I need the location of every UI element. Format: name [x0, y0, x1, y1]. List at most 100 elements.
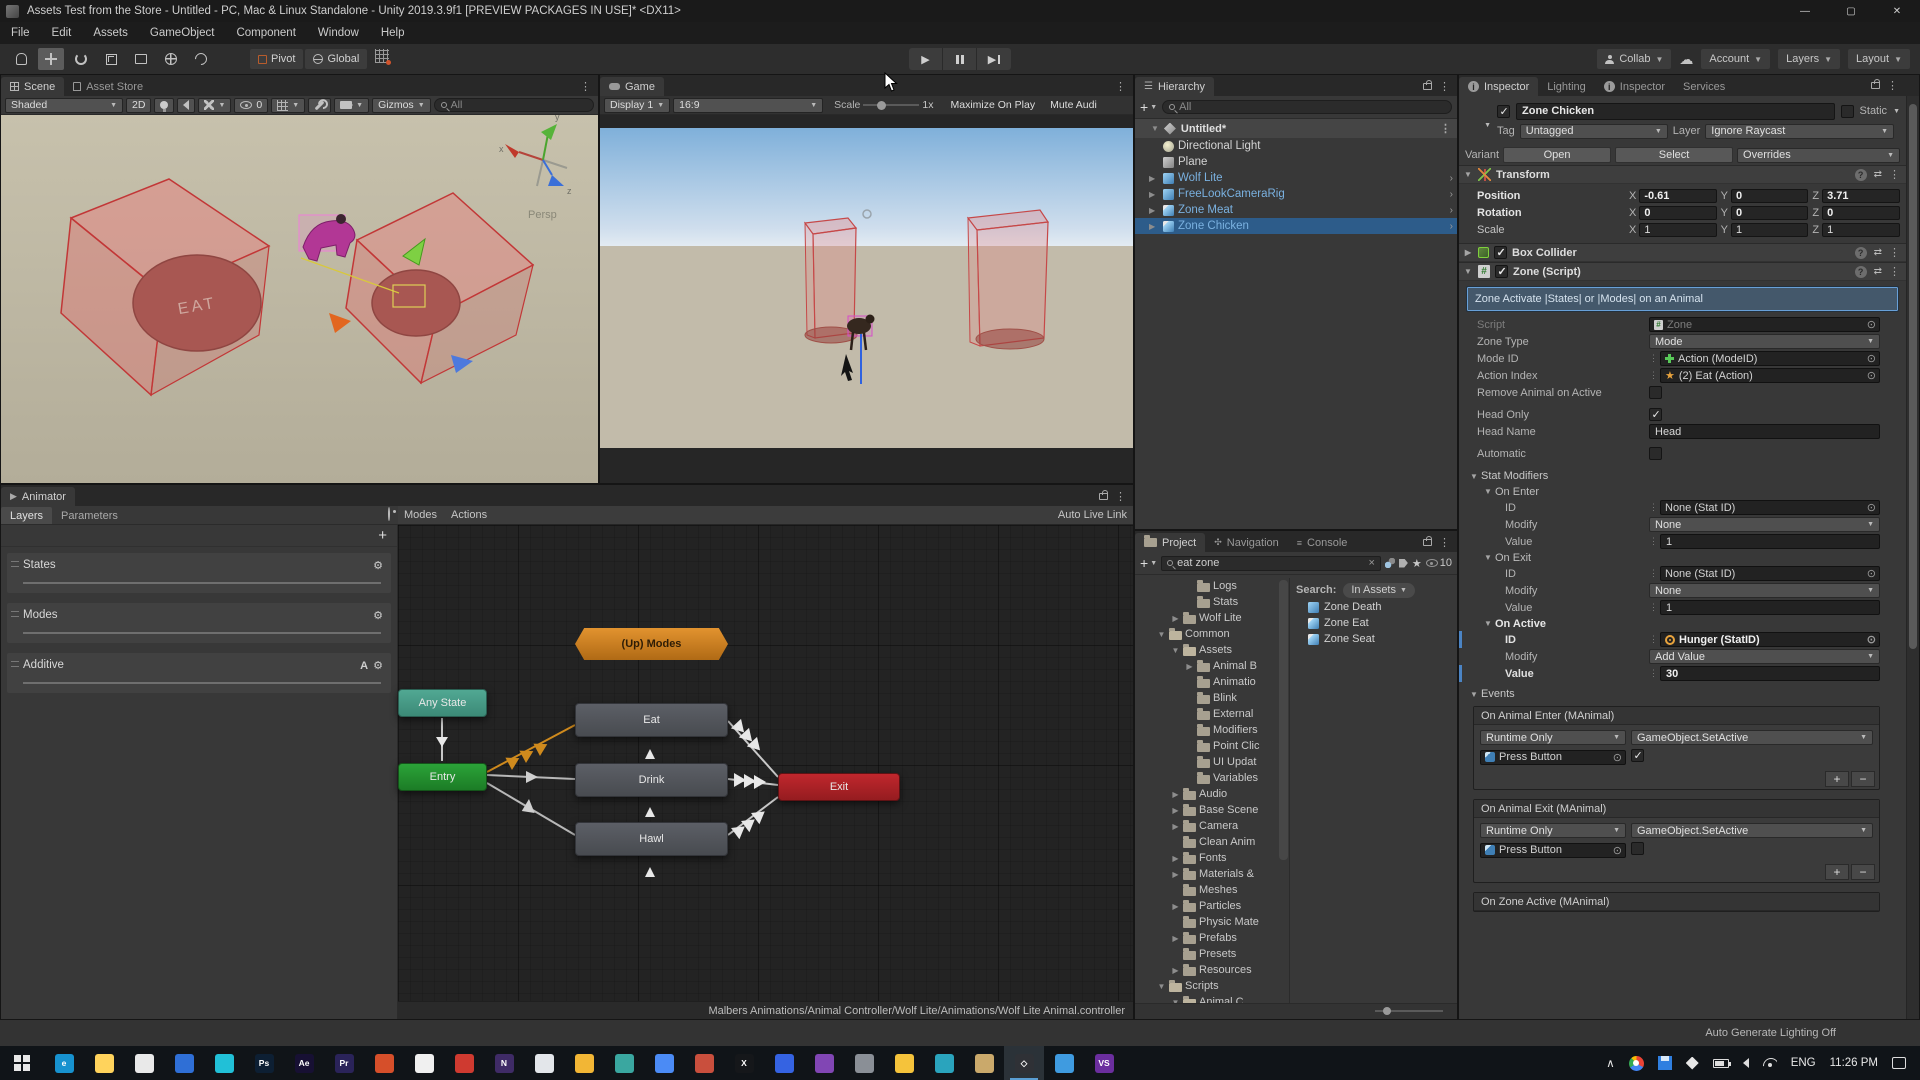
stat-id-field[interactable]: None (Stat ID)⊙: [1660, 566, 1880, 581]
modify-dropdown[interactable]: Add Value▼: [1649, 649, 1880, 664]
effects-dropdown[interactable]: ▼: [198, 98, 231, 113]
event-target-field[interactable]: Press Button⊙: [1480, 750, 1626, 765]
menu-item[interactable]: File: [0, 27, 41, 39]
tab-scene[interactable]: Scene: [1, 77, 64, 96]
grid-snap-icon[interactable]: [375, 49, 389, 63]
z-field[interactable]: 0: [1822, 206, 1900, 220]
y-field[interactable]: 0: [1731, 206, 1808, 220]
presets-icon[interactable]: ⇄: [1874, 169, 1882, 180]
breadcrumb-modes[interactable]: Modes: [404, 509, 437, 521]
taskbar-app-icon[interactable]: [404, 1046, 444, 1080]
node-drink[interactable]: Drink: [575, 763, 728, 797]
zone-script-header[interactable]: ▼# Zone (Script) ?⇄⋮: [1459, 262, 1906, 281]
search-scope-dropdown[interactable]: In Assets▼: [1343, 583, 1415, 598]
scene-3d-viewport[interactable]: EAT: [1, 115, 598, 483]
stat-modifiers-foldout[interactable]: ▼Stat Modifiers: [1459, 468, 1906, 484]
custom-tool-button[interactable]: [188, 48, 214, 70]
hierarchy-item[interactable]: ▶ Plane ›: [1135, 154, 1457, 170]
folder-row[interactable]: ▶ Fonts: [1135, 850, 1289, 866]
stat-id-field[interactable]: None (Stat ID)⊙: [1660, 500, 1880, 515]
pivot-toggle[interactable]: Pivot: [250, 49, 303, 69]
folder-row[interactable]: ▶ Base Scene: [1135, 802, 1289, 818]
menu-item[interactable]: Component: [225, 27, 306, 39]
node-entry[interactable]: Entry: [398, 763, 487, 791]
transform-tool-button[interactable]: [158, 48, 184, 70]
menu-item[interactable]: Help: [370, 27, 416, 39]
gameobject-name-field[interactable]: Zone Chicken: [1516, 103, 1835, 120]
move-tool-button[interactable]: [38, 48, 64, 70]
hierarchy-search-input[interactable]: All: [1162, 100, 1452, 114]
z-field[interactable]: 3.71: [1822, 189, 1900, 203]
folder-row[interactable]: ▼ Scripts: [1135, 978, 1289, 994]
presets-icon[interactable]: ⇄: [1874, 266, 1882, 277]
folder-row[interactable]: Physic Mate: [1135, 914, 1289, 930]
runtime-mode-dropdown[interactable]: Runtime Only▼: [1480, 730, 1626, 745]
taskbar-app-icon[interactable]: [924, 1046, 964, 1080]
folder-row[interactable]: Meshes: [1135, 882, 1289, 898]
x-field[interactable]: 0: [1639, 206, 1716, 220]
modify-dropdown[interactable]: None▼: [1649, 517, 1880, 532]
tab-navigation[interactable]: ✣Navigation: [1205, 533, 1288, 552]
rect-tool-button[interactable]: [128, 48, 154, 70]
pause-button[interactable]: [943, 48, 977, 70]
collab-button[interactable]: Collab▼: [1597, 49, 1671, 69]
overrides-dropdown[interactable]: Overrides▼: [1737, 148, 1900, 163]
scene-root-row[interactable]: ▼ Untitled* ⋮: [1135, 119, 1457, 138]
value-field[interactable]: 1: [1660, 600, 1880, 615]
tree-scrollbar[interactable]: [1279, 580, 1288, 860]
minimize-button[interactable]: —: [1782, 0, 1828, 22]
battery-icon[interactable]: [1713, 1059, 1729, 1068]
taskbar-app-icon[interactable]: X: [724, 1046, 764, 1080]
mute-audio-toggle[interactable]: Mute Audi: [1044, 98, 1103, 113]
box-collider-header[interactable]: ▶ Box Collider ?⇄⋮: [1459, 243, 1906, 262]
hierarchy-create-button[interactable]: +▼: [1140, 99, 1157, 115]
object-picker-icon[interactable]: ⊙: [1867, 369, 1876, 382]
y-field[interactable]: 0: [1731, 189, 1808, 203]
scene-visibility-toggle[interactable]: 0: [234, 98, 268, 113]
tray-unity-icon[interactable]: [1686, 1057, 1699, 1070]
setactive-value-checkbox[interactable]: [1631, 842, 1644, 855]
scene-search-input[interactable]: All: [434, 98, 594, 112]
tray-save-icon[interactable]: [1658, 1056, 1672, 1070]
taskbar-app-icon[interactable]: [204, 1046, 244, 1080]
step-button[interactable]: ▶: [977, 48, 1011, 70]
head-only-checkbox[interactable]: [1649, 408, 1662, 421]
label-filter-icon[interactable]: [1399, 559, 1408, 568]
value-field[interactable]: 30: [1660, 666, 1880, 681]
inspector-tab[interactable]: i Inspector: [1459, 77, 1538, 96]
taskbar-app-icon[interactable]: Ae: [284, 1046, 324, 1080]
folder-row[interactable]: ▶ Resources: [1135, 962, 1289, 978]
layer-dropdown[interactable]: Ignore Raycast▼: [1705, 124, 1894, 139]
hidden-count-toggle[interactable]: 10: [1426, 557, 1452, 569]
event-method-dropdown[interactable]: GameObject.SetActive▼: [1631, 823, 1873, 838]
favorites-icon[interactable]: ★: [1412, 557, 1422, 570]
hierarchy-item[interactable]: ▶ Zone Chicken ›: [1135, 218, 1457, 234]
folder-row[interactable]: ▶ Wolf Lite: [1135, 610, 1289, 626]
tag-dropdown[interactable]: Untagged▼: [1520, 124, 1668, 139]
component-menu-icon[interactable]: ⋮: [1889, 168, 1900, 181]
value-field[interactable]: 1: [1660, 534, 1880, 549]
taskbar-app-icon[interactable]: [604, 1046, 644, 1080]
presets-icon[interactable]: ⇄: [1874, 247, 1882, 258]
tab-game[interactable]: Game: [600, 77, 664, 96]
remove-event-button[interactable]: −: [1851, 771, 1875, 787]
menu-item[interactable]: GameObject: [139, 27, 226, 39]
tab-animator[interactable]: ▶Animator: [1, 487, 75, 506]
x-field[interactable]: -0.61: [1639, 189, 1716, 203]
folder-row[interactable]: Point Clic: [1135, 738, 1289, 754]
action-index-field[interactable]: ★(2) Eat (Action)⊙: [1660, 368, 1880, 383]
scene-lighting-toggle[interactable]: [154, 98, 174, 113]
language-indicator[interactable]: ENG: [1791, 1057, 1816, 1069]
drag-handle-icon[interactable]: [11, 611, 19, 617]
prefab-open-button[interactable]: Open: [1503, 147, 1611, 163]
taskbar-app-icon[interactable]: [564, 1046, 604, 1080]
cloud-icon[interactable]: ☁: [1679, 51, 1693, 68]
folder-row[interactable]: Variables: [1135, 770, 1289, 786]
gear-icon[interactable]: ⚙: [373, 659, 383, 672]
scene-camera-dropdown[interactable]: ▼: [334, 98, 369, 113]
gear-icon[interactable]: ⚙: [373, 559, 383, 572]
shading-mode-dropdown[interactable]: Shaded▼: [5, 98, 123, 113]
taskbar-app-icon[interactable]: [84, 1046, 124, 1080]
node-eat[interactable]: Eat: [575, 703, 728, 737]
animator-menu-icon[interactable]: ⋮: [1115, 490, 1126, 503]
